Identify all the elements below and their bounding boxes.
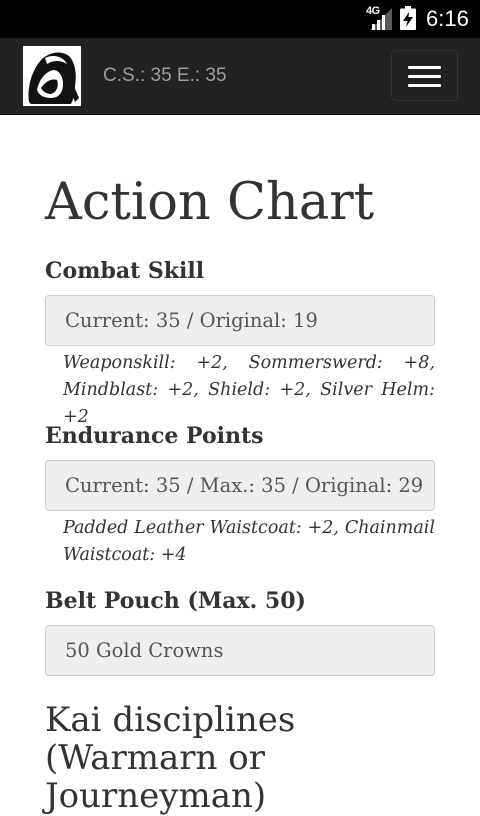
endurance-points-label: Endurance Points xyxy=(45,423,264,449)
endurance-points-field[interactable]: Current: 35 / Max.: 35 / Original: 29 xyxy=(45,460,435,511)
endurance-bonuses: Padded Leather Waistcoat: +2, Chainmail … xyxy=(63,518,435,565)
hamburger-menu-button[interactable] xyxy=(391,50,458,101)
status-bar: 4G 6:16 xyxy=(0,0,480,38)
navbar: C.S.: 35 E.: 35 xyxy=(0,38,480,115)
navbar-stats[interactable]: C.S.: 35 E.: 35 xyxy=(103,64,227,88)
combat-skill-label: Combat Skill xyxy=(45,258,205,284)
hooded-kai-lord-logo-icon[interactable] xyxy=(23,46,81,106)
hamburger-bar xyxy=(408,75,441,78)
combat-skill-bonuses: Weaponskill: +2, Sommerswerd: +8, Mindbl… xyxy=(63,353,435,427)
clock-time: 6:16 xyxy=(426,6,469,31)
kai-disciplines-heading: Kai disciplines (Warmarn or Journeyman) xyxy=(45,700,296,816)
page-title: Action Chart xyxy=(45,173,375,232)
battery-charging-icon xyxy=(400,6,416,30)
combat-skill-field[interactable]: Current: 35 / Original: 19 xyxy=(45,295,435,346)
hamburger-bar xyxy=(408,84,441,87)
belt-pouch-label: Belt Pouch (Max. 50) xyxy=(45,588,306,614)
hamburger-menu-icon xyxy=(408,66,441,69)
signal-strength-icon xyxy=(370,8,392,30)
belt-pouch-field[interactable]: 50 Gold Crowns xyxy=(45,625,435,676)
